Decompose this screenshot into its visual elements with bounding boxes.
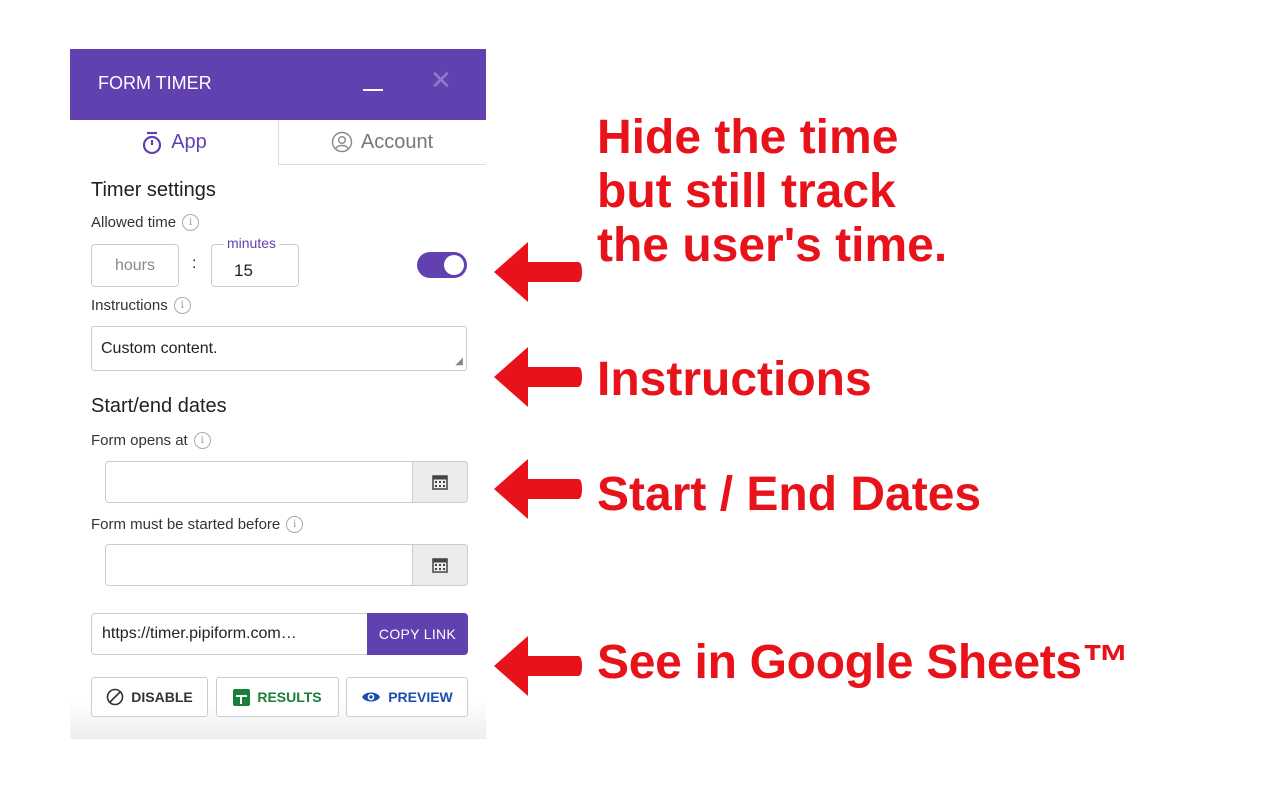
toggle-knob xyxy=(444,255,464,275)
annotation-dates: Start / End Dates xyxy=(597,468,981,522)
dates-heading: Start/end dates xyxy=(91,395,227,417)
annotation-google-sheets: See in Google Sheets™ xyxy=(597,636,1130,690)
preview-label: PREVIEW xyxy=(388,689,453,705)
close-icon[interactable]: ✕ xyxy=(430,67,452,93)
resize-handle-icon[interactable]: ◢ xyxy=(455,357,463,367)
arrow-left-icon xyxy=(494,459,582,519)
info-icon[interactable]: i xyxy=(173,297,191,314)
info-icon[interactable]: i xyxy=(286,516,304,533)
started-before-row xyxy=(105,544,468,586)
account-icon xyxy=(331,131,353,153)
started-before-label: Form must be started before i xyxy=(91,516,304,533)
eye-icon xyxy=(362,692,381,702)
minutes-floating-label: minutes xyxy=(224,235,280,251)
annotation-instructions: Instructions xyxy=(597,353,872,407)
started-before-text: Form must be started before xyxy=(91,516,281,533)
tab-app[interactable]: App xyxy=(70,120,279,165)
time-separator: : xyxy=(192,255,197,272)
disable-label: DISABLE xyxy=(131,689,193,705)
title-bar: FORM TIMER ✕ xyxy=(70,49,486,120)
annotation-hide-time: Hide the time but still track the user's… xyxy=(597,111,947,273)
tab-account-label: Account xyxy=(360,130,434,153)
annotation-line: Hide the time xyxy=(597,111,899,164)
form-link-field[interactable]: https://timer.pipiform.com… xyxy=(91,613,368,655)
disable-icon xyxy=(106,688,124,706)
calendar-icon[interactable] xyxy=(412,544,468,586)
info-icon[interactable]: i xyxy=(193,432,211,449)
opens-at-input[interactable] xyxy=(105,461,413,503)
minimize-icon[interactable] xyxy=(363,89,383,91)
annotation-line: the user's time. xyxy=(597,219,948,272)
arrow-left-icon xyxy=(494,636,582,696)
disable-button[interactable]: DISABLE xyxy=(91,677,208,717)
opens-at-label: Form opens at i xyxy=(91,432,211,449)
arrow-left-icon xyxy=(494,242,582,302)
arrow-left-icon xyxy=(494,347,582,407)
instructions-label: Instructions i xyxy=(91,297,191,314)
info-icon[interactable]: i xyxy=(182,214,200,231)
app-title: FORM TIMER xyxy=(98,73,212,93)
timer-settings-heading: Timer settings xyxy=(91,179,216,201)
instructions-label-text: Instructions xyxy=(91,297,168,314)
opens-at-row xyxy=(105,461,468,503)
sheets-icon xyxy=(233,688,251,706)
annotation-line: Start / End Dates xyxy=(597,468,982,521)
results-label: RESULTS xyxy=(257,689,322,705)
started-before-input[interactable] xyxy=(105,544,413,586)
results-button[interactable]: RESULTS xyxy=(216,677,339,717)
allowed-time-text: Allowed time xyxy=(91,214,177,231)
annotation-line: but still track xyxy=(597,165,896,218)
tab-app-label: App xyxy=(171,131,207,153)
hide-timer-toggle[interactable] xyxy=(417,252,467,278)
preview-button[interactable]: PREVIEW xyxy=(346,677,468,717)
annotation-line: See in Google Sheets™ xyxy=(597,636,1130,689)
instructions-value: Custom content. xyxy=(101,340,218,357)
allowed-time-label: Allowed time i xyxy=(91,214,200,231)
timer-icon xyxy=(143,131,162,154)
annotation-line: Instructions xyxy=(597,353,872,406)
form-timer-panel: FORM TIMER ✕ App Account Timer settings … xyxy=(70,49,486,739)
tab-account[interactable]: Account xyxy=(278,120,486,165)
instructions-textarea[interactable]: Custom content. ◢ xyxy=(91,326,467,371)
hours-input[interactable]: hours xyxy=(91,244,179,287)
opens-at-text: Form opens at xyxy=(91,432,188,449)
calendar-icon[interactable] xyxy=(412,461,468,503)
copy-link-button[interactable]: COPY LINK xyxy=(367,613,468,655)
